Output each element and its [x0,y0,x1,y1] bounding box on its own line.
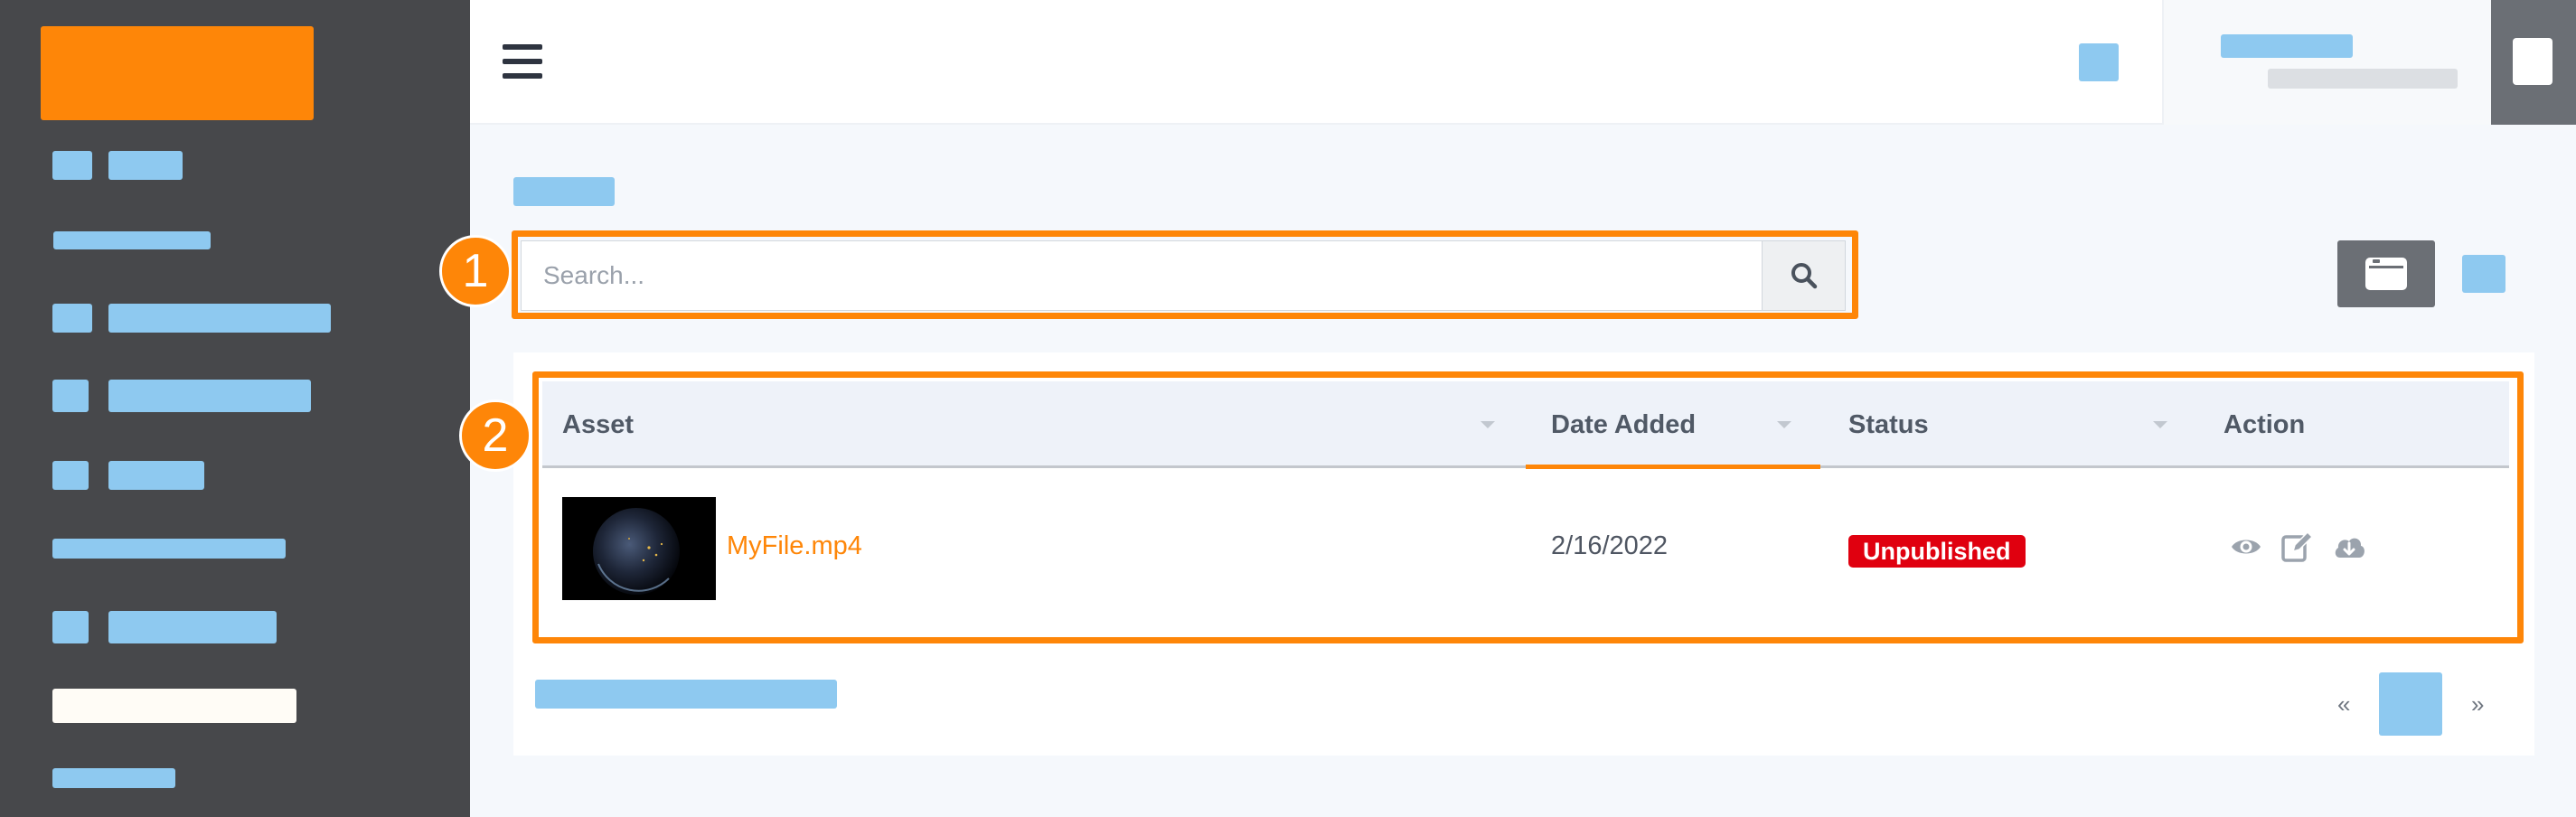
column-header-asset[interactable]: Asset [562,381,634,468]
column-header-status[interactable]: Status [1848,381,1929,468]
sidebar-item-label[interactable] [108,304,331,333]
pagination-summary [535,680,837,709]
cloud-download-icon[interactable] [2332,530,2366,564]
pagination-page-current[interactable] [2379,672,2442,736]
pagination-next[interactable]: » [2471,690,2484,718]
options-button[interactable] [2462,255,2505,293]
sidebar-item-label[interactable] [108,461,204,490]
user-name [2221,34,2353,58]
asset-thumbnail[interactable] [562,497,716,600]
hamburger-icon[interactable] [503,44,542,79]
column-header-action: Action [2223,409,2306,439]
active-sort-indicator [1526,465,1820,469]
edit-icon[interactable] [2280,530,2314,564]
sidebar-section-heading [52,768,175,788]
sidebar-item-icon[interactable] [52,611,89,643]
eye-icon[interactable] [2229,530,2263,564]
date-added-cell: 2/16/2022 [1551,531,1669,560]
sort-status-icon[interactable] [2153,421,2167,428]
app-switcher[interactable] [2491,0,2576,125]
sidebar [0,0,470,817]
sidebar-item-icon[interactable] [52,380,89,412]
table-header: Asset Date Added Status Action [542,381,2509,468]
asset-name-link[interactable]: MyFile.mp4 [727,531,862,561]
sort-asset-icon[interactable] [1481,421,1495,428]
sidebar-item-icon[interactable] [52,304,92,333]
search-button[interactable] [1762,241,1845,310]
sidebar-section-heading [53,231,211,249]
page-title [513,177,615,206]
column-header-date-added[interactable]: Date Added [1551,381,1696,468]
brand-logo[interactable] [41,26,314,120]
search-input[interactable] [522,241,1762,310]
search-bar [521,240,1846,311]
pagination-prev[interactable]: « [2337,690,2350,718]
notification-icon[interactable] [2079,43,2119,81]
sidebar-item-active[interactable] [52,689,296,723]
sort-date-icon[interactable] [1777,421,1791,428]
callout-badge-2: 2 [459,399,531,472]
app-switcher-icon [2513,38,2552,85]
search-icon [1791,263,1817,289]
sidebar-item-icon[interactable] [52,151,92,180]
sidebar-section-heading [52,539,286,559]
card-view-icon [2365,258,2407,290]
callout-badge-1: 1 [439,235,512,307]
top-header [470,0,2576,125]
user-menu[interactable] [2162,0,2491,125]
table-row: MyFile.mp4 2/16/2022 Unpublished [542,472,2509,625]
sidebar-item-label[interactable] [108,611,277,643]
sidebar-item-label[interactable] [108,380,311,412]
sidebar-item-icon[interactable] [52,461,89,490]
view-toggle-button[interactable] [2337,240,2435,307]
user-role [2268,69,2458,89]
status-badge: Unpublished [1848,535,2026,568]
sidebar-item-label[interactable] [108,151,183,180]
